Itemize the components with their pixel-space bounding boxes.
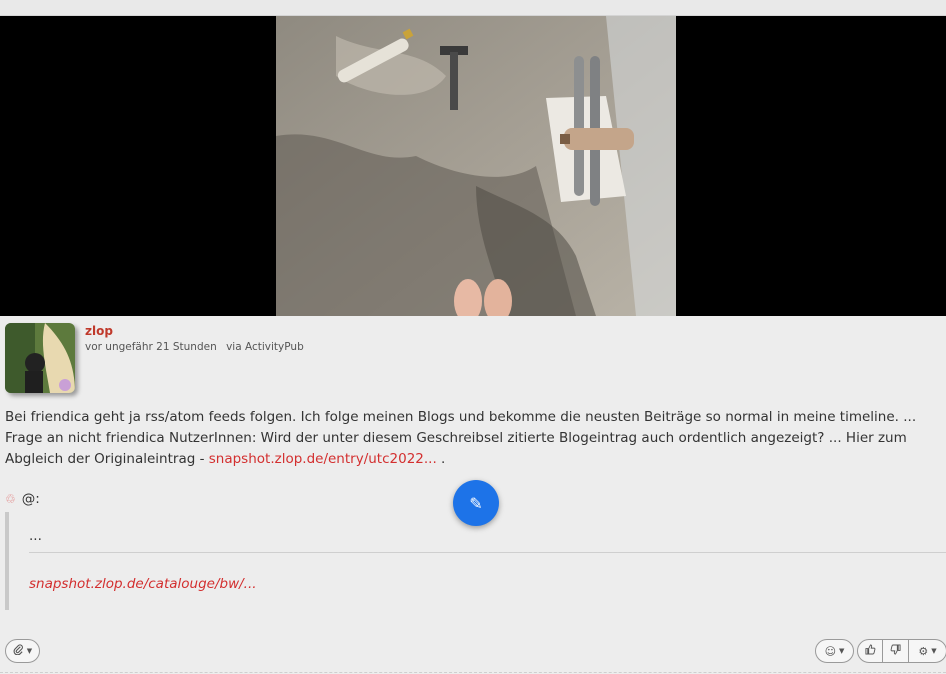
shared-quote: ... snapshot.zlop.de/catalouge/bw/... <box>5 512 946 610</box>
post-network: via ActivityPub <box>226 341 304 353</box>
post-body: Bei friendica geht ja rss/atom feeds fol… <box>5 407 941 470</box>
emoji-reaction-button[interactable]: ☺ ▼ <box>815 639 854 663</box>
chevron-down-icon: ▼ <box>26 647 33 655</box>
post-actions: ⚙ ▼ <box>857 639 946 663</box>
quote-divider <box>29 552 946 553</box>
post-time[interactable]: vor ungefähr 21 Stunden <box>85 341 217 353</box>
shared-author[interactable]: @: <box>22 491 40 507</box>
gear-icon: ⚙ <box>918 644 929 658</box>
attachment-menu-button[interactable]: ▼ <box>5 639 40 663</box>
post-separator <box>0 672 946 673</box>
post-meta: vor ungefähr 21 Stunden via ActivityPub <box>85 341 304 353</box>
author-avatar[interactable] <box>5 323 75 393</box>
post-body-suffix: . <box>436 451 446 467</box>
share-icon: ♲ <box>5 492 16 506</box>
chevron-down-icon: ▼ <box>839 647 845 655</box>
author-name[interactable]: zlop <box>85 324 113 338</box>
more-options-button[interactable]: ⚙ ▼ <box>909 639 946 663</box>
shared-header: ♲ @: <box>5 491 40 507</box>
thumbs-down-icon <box>890 644 901 658</box>
post-photo[interactable] <box>276 16 676 316</box>
pencil-icon: ✎ <box>469 493 483 513</box>
chevron-down-icon: ▼ <box>931 647 937 655</box>
dislike-button[interactable] <box>883 639 909 663</box>
post-media <box>0 16 946 316</box>
original-entry-link[interactable]: snapshot.zlop.de/entry/utc2022... <box>209 451 437 467</box>
like-button[interactable] <box>857 639 883 663</box>
paperclip-icon <box>13 644 24 658</box>
post-body-text: Bei friendica geht ja rss/atom feeds fol… <box>5 409 917 467</box>
quote-link[interactable]: snapshot.zlop.de/catalouge/bw/... <box>29 576 257 592</box>
smiley-icon: ☺ <box>824 644 837 658</box>
quote-ellipsis: ... <box>29 528 42 544</box>
top-bar <box>0 0 946 16</box>
thumbs-up-icon <box>864 644 876 658</box>
compose-button[interactable]: ✎ <box>453 480 499 526</box>
